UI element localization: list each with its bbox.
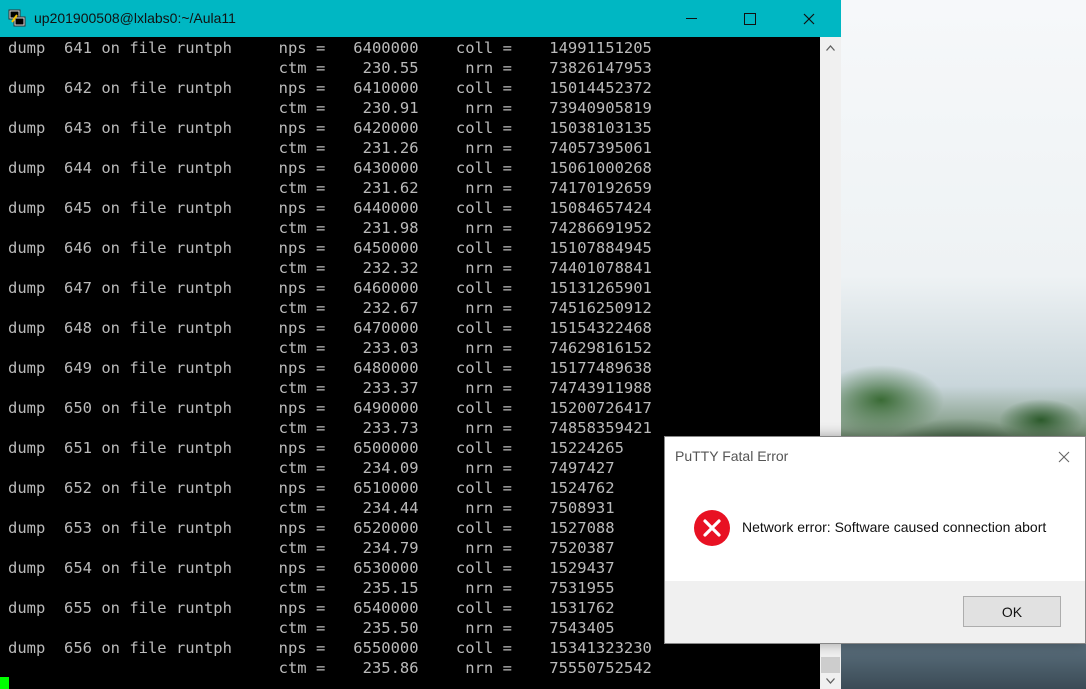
terminal-line: ctm = 231.26 nrn = 74057395061 [8,139,652,157]
terminal-line: dump 654 on file runtph nps = 6530000 co… [8,559,615,577]
terminal-line: ctm = 231.98 nrn = 74286691952 [8,219,652,237]
error-message: Network error: Software caused connectio… [742,519,1047,535]
terminal-line: dump 647 on file runtph nps = 6460000 co… [8,279,652,297]
scrollbar-thumb[interactable] [821,657,840,673]
close-icon [1058,451,1070,463]
terminal-line: dump 651 on file runtph nps = 6500000 co… [8,439,624,457]
terminal-line: dump 644 on file runtph nps = 6430000 co… [8,159,652,177]
scroll-up-arrow-icon[interactable] [820,37,841,58]
close-button[interactable] [786,0,832,37]
terminal-line: dump 643 on file runtph nps = 6420000 co… [8,119,652,137]
terminal-cursor [0,677,9,689]
ok-button[interactable]: OK [963,596,1061,627]
terminal-line: ctm = 232.67 nrn = 74516250912 [8,299,652,317]
dialog-title: PuTTY Fatal Error [675,448,789,464]
terminal-line: ctm = 230.55 nrn = 73826147953 [8,59,652,77]
terminal-line: dump 652 on file runtph nps = 6510000 co… [8,479,615,497]
terminal-line: dump 650 on file runtph nps = 6490000 co… [8,399,652,417]
terminal-line: ctm = 233.73 nrn = 74858359421 [8,419,652,437]
putty-app-icon[interactable] [8,9,26,27]
title-bar[interactable]: up201900508@lxlabs0:~/Aula11 [0,0,841,37]
dialog-footer: OK [665,581,1085,643]
error-icon [693,509,731,547]
window-title: up201900508@lxlabs0:~/Aula11 [34,10,236,26]
terminal-line: dump 641 on file runtph nps = 6400000 co… [8,39,652,57]
terminal-line: dump 653 on file runtph nps = 6520000 co… [8,519,615,537]
terminal-line: dump 645 on file runtph nps = 6440000 co… [8,199,652,217]
terminal-line: ctm = 231.62 nrn = 74170192659 [8,179,652,197]
terminal-line: dump 648 on file runtph nps = 6470000 co… [8,319,652,337]
terminal-line: ctm = 234.09 nrn = 7497427 [8,459,615,477]
terminal-line: ctm = 235.86 nrn = 75550752542 [8,659,652,677]
terminal-line: ctm = 234.44 nrn = 7508931 [8,499,615,517]
dialog-close-button[interactable] [1049,443,1079,471]
minimize-icon [685,18,697,19]
fatal-error-dialog: PuTTY Fatal Error Network error: Softwar… [664,436,1086,644]
terminal-line: ctm = 230.91 nrn = 73940905819 [8,99,652,117]
terminal-line: dump 649 on file runtph nps = 6480000 co… [8,359,652,377]
terminal-line: ctm = 235.50 nrn = 7543405 [8,619,615,637]
terminal-line: ctm = 233.03 nrn = 74629816152 [8,339,652,357]
close-icon [803,13,815,24]
terminal-line: dump 655 on file runtph nps = 6540000 co… [8,599,615,617]
terminal-line: ctm = 234.79 nrn = 7520387 [8,539,615,557]
maximize-button[interactable] [727,0,773,37]
scroll-down-arrow-icon[interactable] [820,673,841,689]
wallpaper-water [841,640,1086,689]
maximize-icon [744,12,756,25]
terminal-line: dump 642 on file runtph nps = 6410000 co… [8,79,652,97]
minimize-button[interactable] [668,0,714,37]
terminal-line: ctm = 233.37 nrn = 74743911988 [8,379,652,397]
terminal-line: ctm = 235.15 nrn = 7531955 [8,579,615,597]
terminal-line: dump 646 on file runtph nps = 6450000 co… [8,239,652,257]
terminal-line: dump 656 on file runtph nps = 6550000 co… [8,639,652,657]
terminal-line: ctm = 232.32 nrn = 74401078841 [8,259,652,277]
